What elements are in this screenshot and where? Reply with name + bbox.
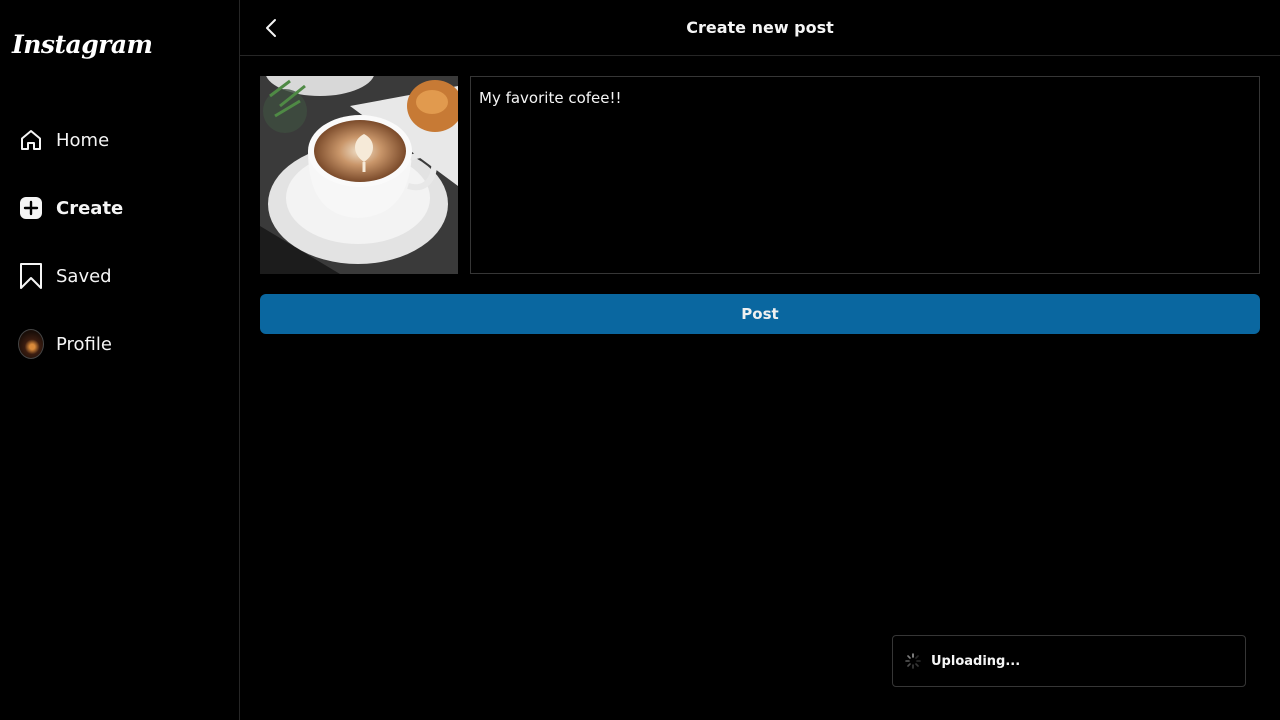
sidebar-item-label: Home [56, 129, 110, 151]
page-title: Create new post [686, 18, 834, 37]
post-button[interactable]: Post [260, 294, 1260, 334]
sidebar-item-profile[interactable]: Profile [18, 324, 112, 364]
upload-toast: Uploading... [892, 635, 1246, 687]
main-content: Create new post My favorite cofee!! Post… [240, 0, 1280, 720]
coffee-image [260, 76, 458, 274]
sidebar-item-label: Profile [56, 333, 112, 355]
header: Create new post [240, 0, 1280, 56]
spinner-icon [905, 653, 921, 669]
caption-input[interactable]: My favorite cofee!! [470, 76, 1260, 274]
post-image-preview [260, 76, 458, 274]
sidebar-item-saved[interactable]: Saved [18, 256, 112, 296]
toast-text: Uploading... [931, 653, 1021, 669]
sidebar-item-home[interactable]: Home [18, 120, 109, 160]
plus-square-icon [18, 195, 44, 221]
sidebar-item-create[interactable]: Create [18, 188, 123, 228]
instagram-logo[interactable]: Instagram [12, 30, 153, 59]
avatar-wrapper [18, 329, 44, 359]
sidebar-item-label: Create [56, 197, 124, 219]
sidebar: Instagram Home Create Saved Profile [0, 0, 240, 720]
bookmark-icon [18, 263, 44, 289]
sidebar-item-label: Saved [56, 265, 112, 287]
avatar [18, 329, 44, 359]
home-icon [18, 127, 44, 153]
